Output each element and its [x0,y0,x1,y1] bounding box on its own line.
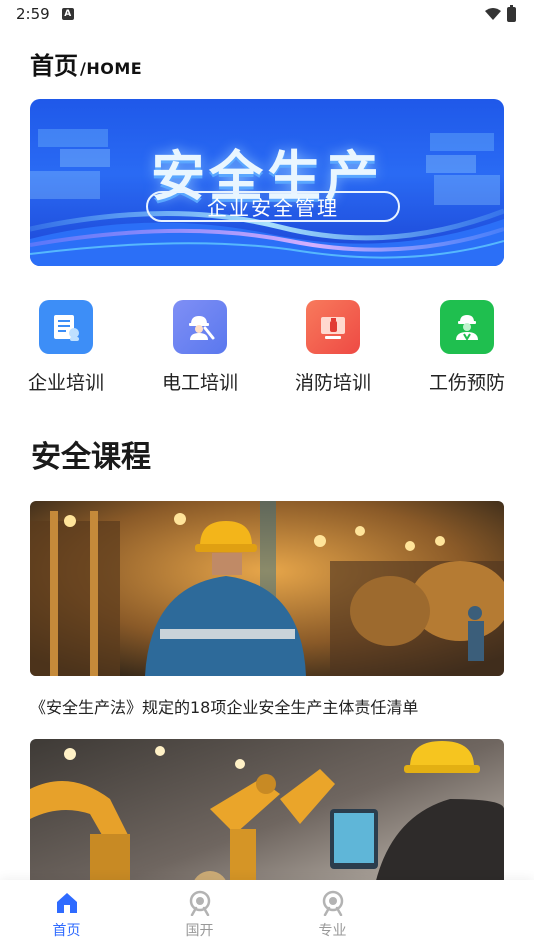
notification-icon: A [61,8,74,20]
banner[interactable]: 安全生产 企业安全管理 [30,99,504,266]
course-card[interactable]: 《安全生产法》规定的18项企业安全生产主体责任清单 [30,501,504,718]
status-bar: 2:59 A [0,0,534,28]
category-label: 企业培训 [27,372,104,394]
tab-label: 首页 [52,923,81,939]
tab-label: 专业 [318,923,347,939]
category-injury-prevention[interactable]: 工伤预防 [412,300,522,395]
tab-major[interactable]: 专业 [266,880,399,950]
category-electrician-training[interactable]: 电工培训 [145,300,255,395]
category-enterprise-training[interactable]: 企业培训 [11,300,121,395]
category-label: 工伤预防 [428,372,505,394]
electrician-icon [173,300,227,354]
status-left: 2:59 A [16,5,74,23]
page-header: 首页 /HOME [30,46,142,81]
bottom-tab-bar: 首页 国开 专业 [0,880,534,950]
banner-subtitle-box: 企业安全管理 [146,191,400,222]
tab-home[interactable]: 首页 [0,880,133,950]
status-time: 2:59 [16,5,50,23]
course-title: 《安全生产法》规定的18项企业安全生产主体责任清单 [30,698,419,717]
page-title-en: /HOME [80,59,143,78]
home-icon [56,893,77,913]
status-right [485,4,516,22]
tab-guokai[interactable]: 国开 [133,880,266,950]
fire-extinguisher-icon [306,300,360,354]
worker-icon [440,300,494,354]
tab-label: 国开 [185,923,214,939]
wifi-icon [485,8,501,20]
category-label: 消防培训 [294,372,371,394]
course-image [30,501,504,676]
category-label: 电工培训 [161,372,238,394]
target-icon [189,890,210,916]
target-icon [322,890,343,916]
battery-icon [507,4,516,22]
document-icon [39,300,93,354]
banner-subtitle: 企业安全管理 [207,196,339,220]
page-title: 首页 [30,52,78,80]
category-fire-training[interactable]: 消防培训 [278,300,388,395]
category-grid: 企业培训 电工培训 消防培训 工伤预防 [0,300,534,400]
section-title: 安全课程 [31,440,151,475]
